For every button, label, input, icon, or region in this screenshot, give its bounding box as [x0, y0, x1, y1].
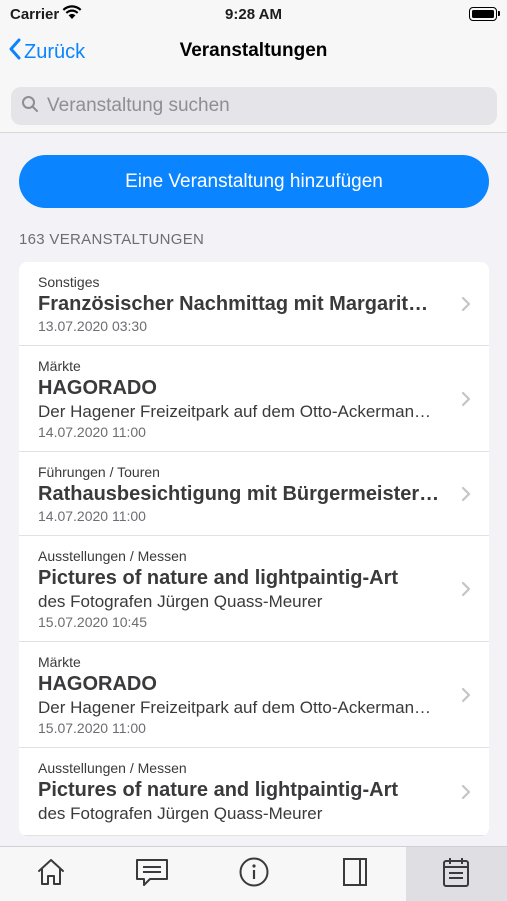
event-category: Märkte	[38, 654, 81, 670]
chevron-right-icon	[461, 687, 471, 708]
chevron-right-icon	[461, 391, 471, 412]
event-date: 14.07.2020 11:00	[38, 424, 146, 440]
event-date: 14.07.2020 11:00	[38, 508, 146, 524]
page-title: Veranstaltungen	[179, 40, 328, 61]
event-date: 15.07.2020 10:45	[38, 614, 147, 630]
event-category: Märkte	[38, 358, 81, 374]
battery-icon	[469, 7, 500, 21]
list-item[interactable]: Märkte HAGORADO Der Hagener Freizeitpark…	[19, 642, 489, 748]
navigation-bar: Zurück Veranstaltungen	[0, 30, 507, 74]
search-bar	[0, 74, 507, 133]
tab-messages[interactable]	[101, 847, 202, 901]
status-bar: Carrier 9:28 AM	[0, 0, 507, 30]
event-date: 13.07.2020 03:30	[38, 318, 147, 334]
search-input[interactable]	[45, 94, 479, 118]
event-count-label: 163 VERANSTALTUNGEN	[19, 231, 205, 248]
list-item[interactable]: Führungen / Touren Rathausbesichtigung m…	[19, 452, 489, 536]
event-category: Führungen / Touren	[38, 464, 160, 480]
tab-info[interactable]	[203, 847, 304, 901]
chevron-right-icon	[461, 784, 471, 805]
info-icon	[238, 856, 270, 893]
chevron-right-icon	[461, 581, 471, 602]
book-icon	[340, 856, 370, 893]
event-list: Sonstiges Französischer Nachmittag mit M…	[19, 262, 489, 836]
chevron-right-icon	[461, 296, 471, 317]
event-category: Sonstiges	[38, 274, 100, 290]
tab-book[interactable]	[304, 847, 405, 901]
message-icon	[134, 856, 170, 893]
add-event-button[interactable]: Eine Veranstaltung hinzufügen	[19, 155, 489, 208]
tab-events[interactable]	[405, 847, 507, 901]
event-title: HAGORADO	[38, 673, 157, 695]
event-title: Pictures of nature and lightpaintig-Art	[38, 567, 399, 589]
calendar-icon	[441, 856, 471, 893]
tab-home[interactable]	[0, 847, 101, 901]
event-subtitle: Der Hagener Freizeitpark auf dem Otto-Ac…	[38, 698, 432, 717]
list-item[interactable]: Ausstellungen / Messen Pictures of natur…	[19, 748, 489, 836]
home-icon	[35, 856, 67, 893]
search-field[interactable]	[11, 87, 497, 125]
list-item[interactable]: Märkte HAGORADO Der Hagener Freizeitpark…	[19, 346, 489, 452]
event-title: Rathausbesichtigung mit Bürgermeister…	[38, 483, 440, 505]
tab-bar	[0, 846, 507, 901]
event-subtitle: Der Hagener Freizeitpark auf dem Otto-Ac…	[38, 402, 432, 421]
clock: 9:28 AM	[225, 6, 282, 23]
event-title: HAGORADO	[38, 377, 157, 399]
chevron-right-icon	[461, 486, 471, 507]
list-item[interactable]: Ausstellungen / Messen Pictures of natur…	[19, 536, 489, 642]
event-title: Pictures of nature and lightpaintig-Art	[38, 779, 399, 801]
event-title: Französischer Nachmittag mit Margarit…	[38, 293, 429, 315]
event-date: 15.07.2020 11:00	[38, 720, 146, 736]
search-icon	[21, 95, 39, 118]
event-category: Ausstellungen / Messen	[38, 548, 187, 564]
event-subtitle: des Fotografen Jürgen Quass-Meurer	[38, 592, 323, 611]
event-category: Ausstellungen / Messen	[38, 760, 187, 776]
list-item[interactable]: Sonstiges Französischer Nachmittag mit M…	[19, 262, 489, 346]
event-subtitle: des Fotografen Jürgen Quass-Meurer	[38, 804, 323, 823]
